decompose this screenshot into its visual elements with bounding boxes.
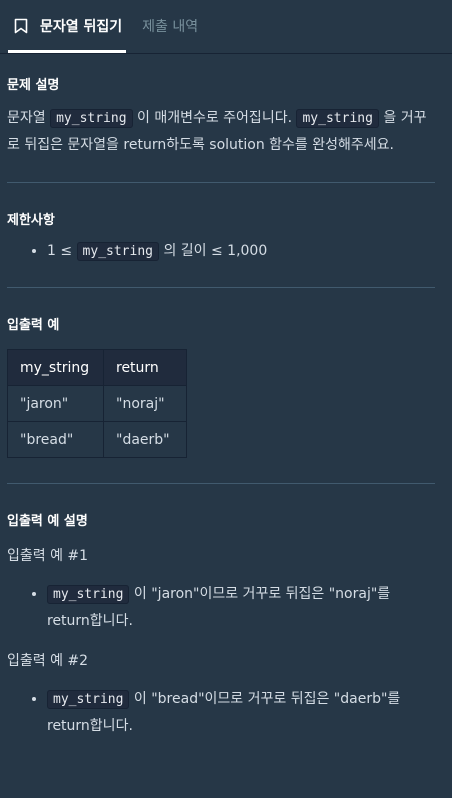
column-header: return	[103, 349, 187, 386]
code-my-string: my_string	[76, 242, 159, 261]
table-cell: "jaron"	[7, 385, 104, 422]
description-text-1: 문자열	[7, 110, 51, 126]
table-header-row: my_string return	[7, 349, 187, 386]
example-1-list: my_string 이 "jaron"이므로 거꾸로 뒤집은 "noraj"를 …	[7, 581, 435, 634]
description-text-2: 이 매개변수로 주어집니다.	[132, 110, 297, 126]
table-cell: "noraj"	[103, 385, 187, 422]
tab-problem[interactable]: 문자열 뒤집기	[8, 0, 127, 53]
table-row: "jaron" "noraj"	[7, 385, 187, 422]
table-cell: "daerb"	[103, 421, 187, 458]
constraints-heading: 제한사항	[7, 213, 55, 228]
code-my-string: my_string	[296, 109, 379, 128]
constraint-text-pre: 1 ≤	[47, 243, 77, 259]
tab-submissions-label: 제출 내역	[142, 19, 199, 35]
column-header: my_string	[7, 349, 104, 386]
bookmark-icon[interactable]	[14, 18, 28, 34]
code-my-string: my_string	[50, 109, 133, 128]
table-cell: "bread"	[7, 421, 104, 458]
io-explanation-heading: 입출력 예 설명	[7, 514, 88, 529]
tab-submissions[interactable]: 제출 내역	[138, 0, 202, 53]
list-item: my_string 이 "jaron"이므로 거꾸로 뒤집은 "noraj"를 …	[47, 581, 435, 634]
problem-content: 문제 설명 문자열 my_string 이 매개변수로 주어집니다. my_st…	[0, 54, 452, 739]
description-text: 문자열 my_string 이 매개변수로 주어집니다. my_string 을…	[7, 105, 435, 158]
example-2-title: 입출력 예 #2	[7, 653, 89, 669]
example-2-list: my_string 이 "bread"이므로 거꾸로 뒤집은 "daerb"를 …	[7, 686, 435, 739]
list-item: 1 ≤ my_string 의 길이 ≤ 1,000	[47, 238, 435, 265]
io-example-heading: 입출력 예	[7, 318, 60, 333]
io-example-table: my_string return "jaron" "noraj" "bread"…	[7, 349, 187, 458]
constraint-text-post: 의 길이 ≤ 1,000	[159, 243, 268, 259]
tab-bar: 문자열 뒤집기 제출 내역	[0, 0, 452, 54]
list-item: my_string 이 "bread"이므로 거꾸로 뒤집은 "daerb"를 …	[47, 686, 435, 739]
example-1-title: 입출력 예 #1	[7, 548, 89, 564]
constraints-list: 1 ≤ my_string 의 길이 ≤ 1,000	[7, 238, 435, 265]
code-my-string: my_string	[47, 690, 130, 709]
code-my-string: my_string	[47, 585, 130, 604]
description-heading: 문제 설명	[7, 78, 60, 93]
tab-problem-label: 문자열 뒤집기	[40, 19, 123, 35]
table-row: "bread" "daerb"	[7, 421, 187, 458]
